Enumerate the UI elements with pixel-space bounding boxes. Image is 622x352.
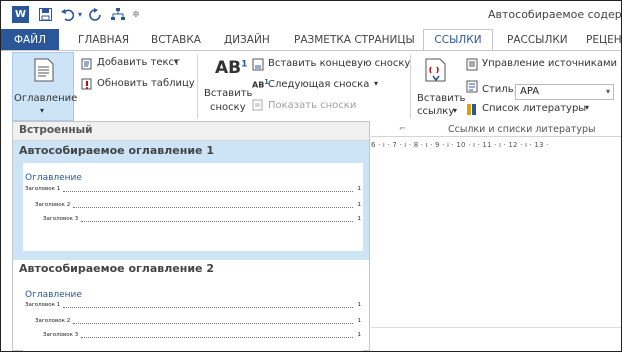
- insert-citation-icon: [425, 58, 446, 82]
- preview-line-page: 1: [357, 202, 362, 208]
- ribbon-bottom-border: [371, 136, 621, 137]
- gallery-section-title: Встроенный: [19, 124, 93, 136]
- ribbon-tabs: ФАЙЛ ГЛАВНАЯ ВСТАВКА ДИЗАЙН РАЗМЕТКА СТР…: [1, 29, 621, 52]
- tab-file[interactable]: ФАЙЛ: [1, 29, 59, 51]
- group-separator: [197, 55, 198, 119]
- tab-mailings[interactable]: РАССЫЛКИ: [507, 29, 568, 51]
- gallery-item-toc-1[interactable]: Автособираемое оглавление 1 Оглавление З…: [13, 141, 369, 260]
- preview-heading: Оглавление: [25, 290, 82, 300]
- document-page-edge: [371, 327, 621, 328]
- toc-preview: Оглавление Заголовок 1 1 Заголовок 2 1 Заг…: [23, 280, 363, 351]
- manage-sources-button[interactable]: Управление источниками: [482, 58, 617, 69]
- preview-line-level-1: Заголовок 1 1: [25, 301, 361, 310]
- insert-footnote-label-2[interactable]: сноску: [210, 102, 246, 113]
- insert-footnote-icon: AB1: [215, 58, 248, 78]
- preview-line-text: Заголовок 3: [43, 332, 79, 338]
- citation-style-value: APA: [520, 86, 540, 97]
- manage-sources-icon: [466, 58, 478, 71]
- preview-line-text: Заголовок 3: [43, 216, 79, 222]
- show-notes-button: Показать сноски: [268, 100, 357, 111]
- horizontal-ruler[interactable]: 6 · ı · 7 · ı · 8 · ı · 9 · ı · 10 · ı ·…: [371, 141, 621, 152]
- insert-citation-dropdown-icon[interactable]: ▾: [453, 106, 457, 115]
- toc-button-label: Оглавление: [14, 93, 78, 104]
- add-text-button[interactable]: Добавить текст: [97, 57, 180, 68]
- next-footnote-icon: AB1: [252, 78, 269, 90]
- redo-icon[interactable]: [87, 6, 103, 23]
- next-footnote-dropdown-icon[interactable]: ▾: [374, 79, 378, 88]
- document-area[interactable]: [371, 153, 621, 351]
- tab-references[interactable]: ССЫЛКИ: [423, 29, 493, 52]
- gallery-item-title: Автособираемое оглавление 2: [19, 262, 214, 275]
- update-table-button[interactable]: Обновить таблицу: [97, 78, 195, 89]
- share-icon[interactable]: [110, 6, 126, 23]
- insert-footnote-label-1[interactable]: Вставить: [204, 88, 252, 99]
- bibliography-button[interactable]: Список литературы: [482, 103, 586, 114]
- toc-button[interactable]: Оглавление ▾: [12, 52, 78, 121]
- add-text-dropdown-icon[interactable]: ▾: [174, 57, 178, 66]
- tab-insert[interactable]: ВСТАВКА: [151, 29, 201, 51]
- undo-dropdown-icon[interactable]: ▾: [76, 6, 84, 23]
- gallery-section-header: Встроенный: [13, 122, 369, 141]
- preview-line-page: 1: [357, 318, 362, 324]
- insert-citation-label-1[interactable]: Вставить: [417, 93, 465, 104]
- footnotes-dialog-launcher-icon[interactable]: ⌐: [399, 124, 406, 133]
- toc-icon: [34, 58, 54, 82]
- preview-line-text: Заголовок 1: [25, 302, 61, 308]
- customize-qat-icon[interactable]: ≑: [131, 6, 141, 23]
- next-footnote-button[interactable]: Следующая сноска: [268, 79, 369, 90]
- tab-design[interactable]: ДИЗАЙН: [224, 29, 270, 51]
- add-text-icon: [81, 58, 92, 70]
- update-table-icon: [81, 78, 92, 90]
- preview-heading: Оглавление: [25, 173, 82, 183]
- tab-layout[interactable]: РАЗМЕТКА СТРАНИЦЫ: [294, 29, 415, 51]
- window-title: Автособираемое содержан: [488, 8, 622, 21]
- preview-line-page: 1: [357, 302, 362, 308]
- preview-line-level-2: Заголовок 2 1: [35, 201, 361, 210]
- gallery-item-toc-2[interactable]: Автособираемое оглавление 2 Оглавление З…: [13, 260, 369, 351]
- gallery-item-title: Автособираемое оглавление 1: [19, 144, 214, 157]
- insert-citation-label-2[interactable]: ссылку: [417, 106, 454, 117]
- tab-review[interactable]: РЕЦЕН: [586, 29, 621, 51]
- title-bar: W ▾ ≑ Автособираемое содержан: [1, 1, 621, 28]
- toc-gallery-dropdown: Встроенный Автособираемое оглавление 1 О…: [12, 121, 370, 351]
- undo-icon[interactable]: [59, 6, 75, 23]
- preview-line-page: 1: [357, 332, 362, 338]
- tab-home[interactable]: ГЛАВНАЯ: [78, 29, 129, 51]
- preview-line-page: 1: [357, 186, 362, 192]
- preview-line-text: Заголовок 2: [35, 202, 71, 208]
- toc-dropdown-icon: ▾: [40, 106, 45, 115]
- bibliography-icon: [467, 104, 476, 115]
- preview-line-level-2: Заголовок 2 1: [35, 317, 361, 326]
- preview-line-level-3: Заголовок 3 1: [43, 331, 361, 340]
- word-app-icon[interactable]: W: [12, 6, 29, 23]
- preview-line-text: Заголовок 2: [35, 318, 71, 324]
- bibliography-dropdown-icon[interactable]: ▾: [585, 103, 589, 112]
- save-icon[interactable]: [37, 6, 53, 23]
- preview-line-level-3: Заголовок 3 1: [43, 215, 361, 224]
- chevron-down-icon: ▾: [605, 87, 610, 96]
- toc-preview: Оглавление Заголовок 1 1 Заголовок 2 1 Заг…: [23, 163, 363, 251]
- style-icon: [466, 80, 478, 93]
- insert-endnote-icon: [252, 58, 264, 71]
- show-notes-icon: [252, 99, 263, 111]
- group-separator: [410, 55, 411, 119]
- style-label: Стиль:: [482, 84, 517, 95]
- citation-style-select[interactable]: APA ▾: [515, 84, 614, 100]
- word-window: W ▾ ≑ Автособираемое содержан ФАЙЛ ГЛАВН…: [0, 0, 622, 352]
- insert-endnote-button[interactable]: Вставить концевую сноску: [268, 58, 410, 69]
- preview-line-page: 1: [357, 216, 362, 222]
- preview-line-text: Заголовок 1: [25, 186, 61, 192]
- citations-group-label: Ссылки и списки литературы: [448, 124, 596, 135]
- preview-line-level-1: Заголовок 1 1: [25, 185, 361, 194]
